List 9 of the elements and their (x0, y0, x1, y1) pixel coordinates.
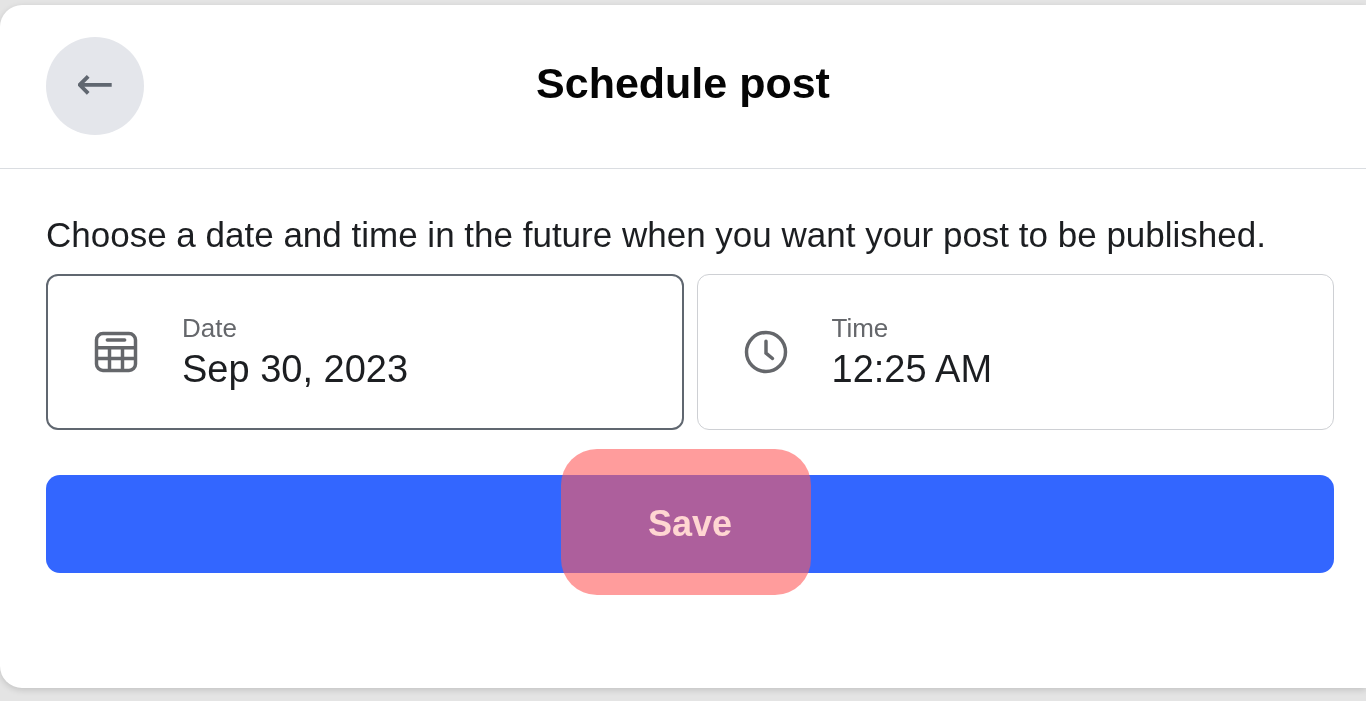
field-value: 12:25 AM (831, 348, 993, 391)
time-field[interactable]: Time 12:25 AM (696, 274, 1334, 430)
field-label: Time (831, 313, 890, 344)
field-value: Sep 30, 2023 (182, 348, 409, 391)
field-label: Date (182, 313, 238, 344)
description: Choose a date and time in the future when you want your post to be published. (46, 214, 1267, 256)
dialog-title: Schedule post (536, 59, 830, 108)
back-button[interactable]: ← (46, 37, 144, 135)
date-field[interactable]: Date Sep 30, 2023 (46, 274, 684, 430)
